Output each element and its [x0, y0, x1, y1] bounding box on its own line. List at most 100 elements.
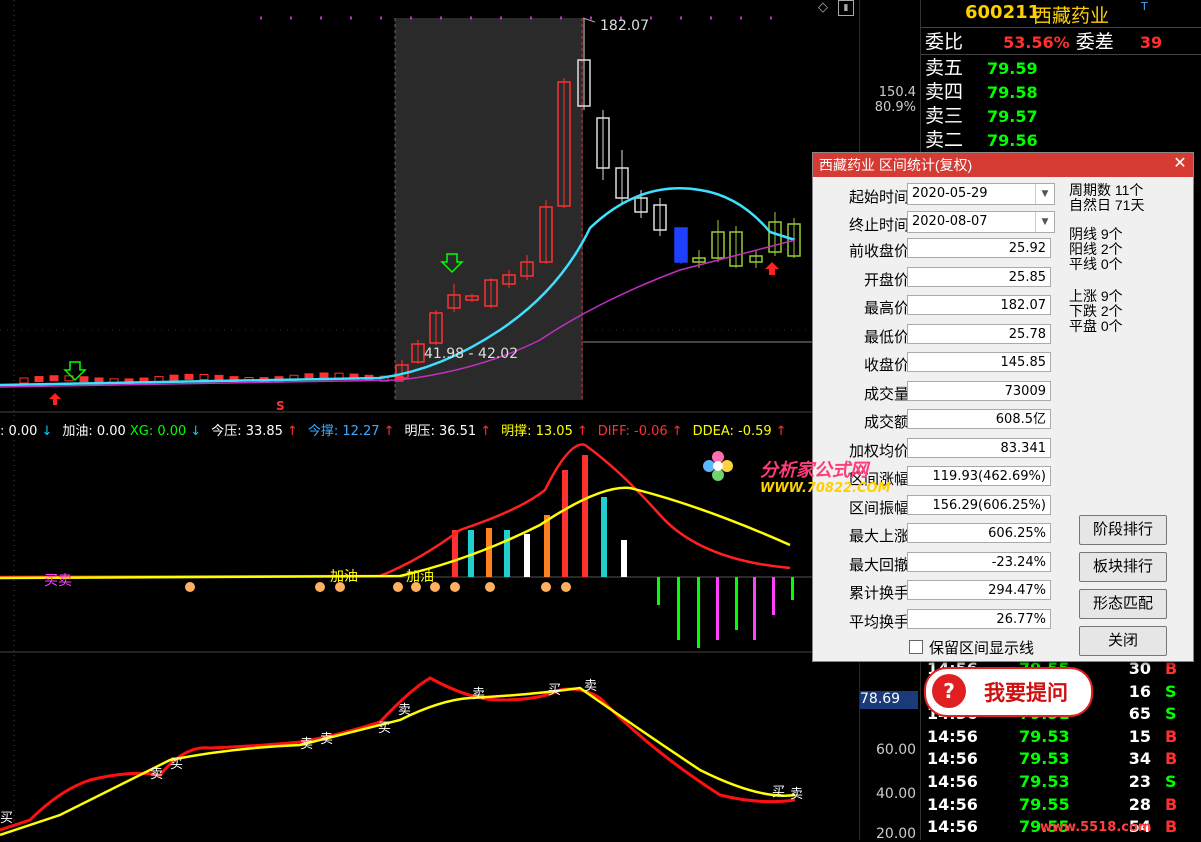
macd-bar — [486, 528, 492, 577]
stage-rank-button[interactable]: 阶段排行 — [1079, 515, 1167, 545]
yaxis-label: 60.00 — [876, 742, 917, 758]
watermark-url: WWW.70822.COM — [760, 481, 891, 496]
stat-value-field[interactable]: 83.341 — [907, 437, 1051, 458]
sector-rank-button[interactable]: 板块排行 — [1079, 552, 1167, 582]
watermark-logo-text: 分析家公式网 — [760, 460, 868, 481]
keep-range-checkbox[interactable] — [909, 640, 923, 654]
ask-row: 卖四 79.58 — [925, 80, 1038, 104]
candle — [19, 377, 29, 384]
stat-value-field[interactable]: 182.07 — [907, 295, 1051, 315]
trade-time: 14:56 — [927, 817, 978, 837]
stat-value-field[interactable]: 606.25% — [907, 523, 1051, 543]
start-date-select[interactable]: 2020-05-29 ▼ — [907, 183, 1055, 205]
kdj-panel: 买卖买卖 卖买卖卖买卖买卖 — [0, 676, 803, 837]
indicator-item: 明压: 36.51 — [404, 424, 477, 439]
current-value-label: 78.69 — [860, 691, 918, 709]
chevron-down-icon[interactable]: ▼ — [1035, 184, 1054, 204]
pin-icon[interactable]: T — [1141, 0, 1148, 13]
ask-price: 79.58 — [987, 83, 1038, 102]
stat-label: 最大上涨 — [848, 528, 909, 545]
macd-bar — [753, 577, 756, 640]
ask-row: 卖五 79.59 — [925, 56, 1038, 80]
macd-bar — [524, 534, 530, 577]
close-button[interactable]: 关闭 — [1079, 626, 1167, 656]
stat-label: 区间振幅 — [848, 499, 909, 517]
macd-bar — [677, 577, 680, 640]
indicator-item: XG: 0.00 — [129, 424, 187, 439]
stat-value-field[interactable]: 25.85 — [907, 266, 1051, 287]
divider — [921, 54, 1201, 55]
hand-icon — [561, 582, 571, 592]
candle — [184, 373, 194, 380]
stat-value-field[interactable]: -23.24% — [907, 551, 1051, 572]
candle-type-info: 阴线 9个 阳线 2个 平线 0个 — [1069, 226, 1123, 272]
ratio-label: 委比 — [925, 31, 964, 53]
ask-label: 卖二 — [925, 129, 964, 151]
jiayou-marker: 加油 — [330, 569, 358, 585]
hand-icon — [185, 582, 195, 592]
signal-label: 买 — [548, 683, 561, 698]
candle — [49, 375, 59, 382]
yaxis-label: 40.00 — [876, 786, 917, 802]
kline-chart-area[interactable]: 买卖买卖卖买卖卖买卖买卖 182.07 41.98 - 42.02 S 加油 加… — [0, 0, 918, 842]
start-label: 起始时间 — [848, 189, 909, 206]
trade-side: S — [1165, 681, 1177, 701]
trade-side: B — [1165, 749, 1178, 769]
range-label: 41.98 - 42.02 — [424, 346, 519, 362]
stat-label: 收盘价 — [863, 357, 909, 374]
yaxis-label: 150.4 — [878, 85, 916, 100]
stat-value-field[interactable]: 608.5亿 — [907, 409, 1051, 429]
signal-label: 买 — [772, 785, 785, 800]
macd-diff-line — [0, 443, 791, 579]
stat-value-field[interactable]: 26.77% — [907, 608, 1051, 629]
stat-label: 平均换手 — [848, 613, 909, 631]
indicator-item: 今压: 33.85 — [211, 424, 283, 439]
indicator-item: 今撑: 12.27 — [307, 424, 380, 439]
indicator-item: ↑ — [383, 424, 395, 439]
ask-row: 卖三 79.57 — [925, 104, 1038, 128]
stat-value-field[interactable]: 73009 — [907, 380, 1051, 401]
stat-value-field[interactable]: 119.93(462.69%) — [907, 466, 1051, 486]
close-icon[interactable]: ✕ — [1171, 155, 1189, 173]
indicator-item: ↑ — [576, 424, 588, 439]
stat-value-field[interactable]: 25.92 — [907, 238, 1051, 258]
stock-code: 600211 — [965, 2, 1041, 23]
macd-bar — [697, 577, 700, 648]
end-date-select[interactable]: 2020-08-07 ▼ — [907, 211, 1055, 233]
candle — [334, 372, 344, 379]
trade-vol: 65 — [1128, 704, 1151, 724]
stat-value-field[interactable]: 25.78 — [907, 323, 1051, 344]
candle — [199, 373, 209, 380]
trade-row: 14:56 79.53 34 B — [927, 748, 1197, 770]
indicator-item: ↑ — [480, 424, 492, 439]
updown-info: 上涨 9个 下跌 2个 平盘 0个 — [1069, 288, 1123, 334]
hand-icon — [315, 582, 325, 592]
macd-dea-line — [0, 486, 791, 580]
dialog-title-bar[interactable]: 西藏药业 区间统计(复权) ✕ — [813, 153, 1193, 177]
candle — [319, 372, 329, 379]
indicator-item: ↓ — [190, 424, 202, 439]
stat-label: 累计换手 — [848, 585, 909, 602]
pattern-match-button[interactable]: 形态匹配 — [1079, 589, 1167, 619]
range-selection — [395, 18, 583, 400]
stat-value-field[interactable]: 145.85 — [907, 352, 1051, 372]
diamond-icon[interactable]: ◇ — [818, 0, 828, 15]
chevron-down-icon[interactable]: ▼ — [1035, 212, 1054, 232]
trade-side: S — [1165, 704, 1177, 724]
signal-label: 卖 — [790, 787, 803, 802]
trade-price: 79.53 — [1019, 772, 1070, 791]
ask-question-badge[interactable]: ? 我要提问 — [924, 667, 1093, 717]
macd-bar — [657, 577, 660, 605]
interval-stats-dialog[interactable]: 西藏药业 区间统计(复权) ✕ 起始时间 2020-05-29 ▼ 终止时间 2… — [812, 152, 1194, 662]
candle — [169, 374, 179, 381]
trade-vol: 23 — [1128, 772, 1151, 791]
ratio-value: 53.56% — [1003, 33, 1070, 52]
panel-toggle-icon[interactable]: ▮ — [838, 0, 854, 16]
yaxis-label: 80.9% — [874, 100, 916, 115]
stat-value-field[interactable]: 294.47% — [907, 580, 1051, 600]
stat-value-field[interactable]: 156.29(606.25%) — [907, 494, 1051, 515]
macd-bar — [504, 530, 510, 577]
trade-side: S — [1165, 772, 1177, 791]
signal-label: 卖 — [300, 737, 313, 752]
indicator-item: 明撑: 13.05 — [501, 424, 573, 439]
